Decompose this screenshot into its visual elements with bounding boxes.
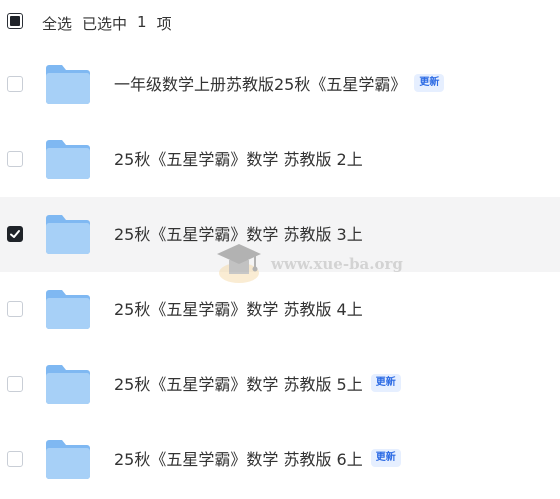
selected-suffix: 项	[156, 15, 172, 33]
file-name[interactable]: 25秋《五星学霸》数学 苏教版 5上	[114, 371, 363, 395]
row-checkbox[interactable]	[7, 376, 23, 392]
update-badge: 更新	[370, 374, 401, 392]
file-name[interactable]: 25秋《五星学霸》数学 苏教版 4上	[114, 296, 363, 320]
folder-icon[interactable]	[44, 437, 92, 481]
file-name[interactable]: 25秋《五星学霸》数学 苏教版 6上	[114, 446, 363, 470]
selected-prefix: 已选中	[82, 15, 128, 33]
file-name-group: 25秋《五星学霸》数学 苏教版 6上 更新	[114, 447, 401, 469]
row-checkbox[interactable]	[7, 226, 23, 242]
row-checkbox[interactable]	[7, 451, 23, 467]
selection-header: 全选 已选中 1 项	[0, 0, 560, 46]
folder-icon[interactable]	[44, 212, 92, 256]
row-checkbox[interactable]	[7, 151, 23, 167]
row-checkbox[interactable]	[7, 76, 23, 92]
file-row[interactable]: 25秋《五星学霸》数学 苏教版 6上 更新	[0, 422, 560, 497]
select-all-label[interactable]: 全选	[42, 13, 72, 34]
folder-icon[interactable]	[44, 362, 92, 406]
folder-icon[interactable]	[44, 137, 92, 181]
selection-summary: 全选 已选中 1 项	[42, 13, 172, 34]
update-badge: 更新	[414, 74, 445, 92]
partial-check-icon	[10, 16, 20, 26]
file-name[interactable]: 25秋《五星学霸》数学 苏教版 2上	[114, 146, 363, 170]
folder-icon[interactable]	[44, 287, 92, 331]
select-all-checkbox[interactable]	[7, 13, 23, 29]
file-name-group: 一年级数学上册苏教版25秋《五星学霸》 更新	[114, 71, 445, 95]
file-row[interactable]: 25秋《五星学霸》数学 苏教版 3上	[0, 197, 560, 272]
file-name-group: 25秋《五星学霸》数学 苏教版 4上	[114, 297, 363, 319]
folder-icon[interactable]	[44, 62, 92, 106]
file-name-group: 25秋《五星学霸》数学 苏教版 2上	[114, 147, 363, 169]
file-list-page: 全选 已选中 1 项 一年级数学上册苏教版25秋《五星学霸》 更新 25秋《五星学霸…	[0, 0, 560, 499]
file-row[interactable]: 25秋《五星学霸》数学 苏教版 4上	[0, 272, 560, 347]
file-name-group: 25秋《五星学霸》数学 苏教版 3上	[114, 222, 363, 244]
row-checkbox[interactable]	[7, 301, 23, 317]
file-name-group: 25秋《五星学霸》数学 苏教版 5上 更新	[114, 372, 401, 394]
selected-count: 1	[137, 13, 147, 31]
checkmark-icon	[10, 230, 20, 238]
file-row[interactable]: 一年级数学上册苏教版25秋《五星学霸》 更新	[0, 47, 560, 122]
file-row[interactable]: 25秋《五星学霸》数学 苏教版 2上	[0, 122, 560, 197]
file-name[interactable]: 25秋《五星学霸》数学 苏教版 3上	[114, 221, 363, 245]
update-badge: 更新	[370, 449, 401, 467]
file-row[interactable]: 25秋《五星学霸》数学 苏教版 5上 更新	[0, 347, 560, 422]
file-name[interactable]: 一年级数学上册苏教版25秋《五星学霸》	[114, 71, 406, 95]
